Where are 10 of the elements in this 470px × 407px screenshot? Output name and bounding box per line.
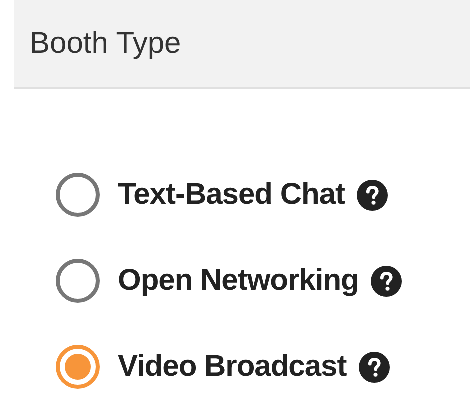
- option-label: Text-Based Chat: [118, 178, 345, 212]
- radio-button[interactable]: [56, 173, 100, 217]
- help-icon[interactable]: [357, 180, 388, 210]
- radio-button[interactable]: [56, 345, 100, 389]
- panel-title: Booth Type: [30, 26, 182, 60]
- help-icon[interactable]: [358, 352, 390, 382]
- option-label: Video Broadcast: [118, 350, 347, 384]
- option-label: Open Networking: [118, 264, 359, 298]
- help-icon[interactable]: [370, 266, 402, 296]
- radio-button[interactable]: [56, 259, 100, 303]
